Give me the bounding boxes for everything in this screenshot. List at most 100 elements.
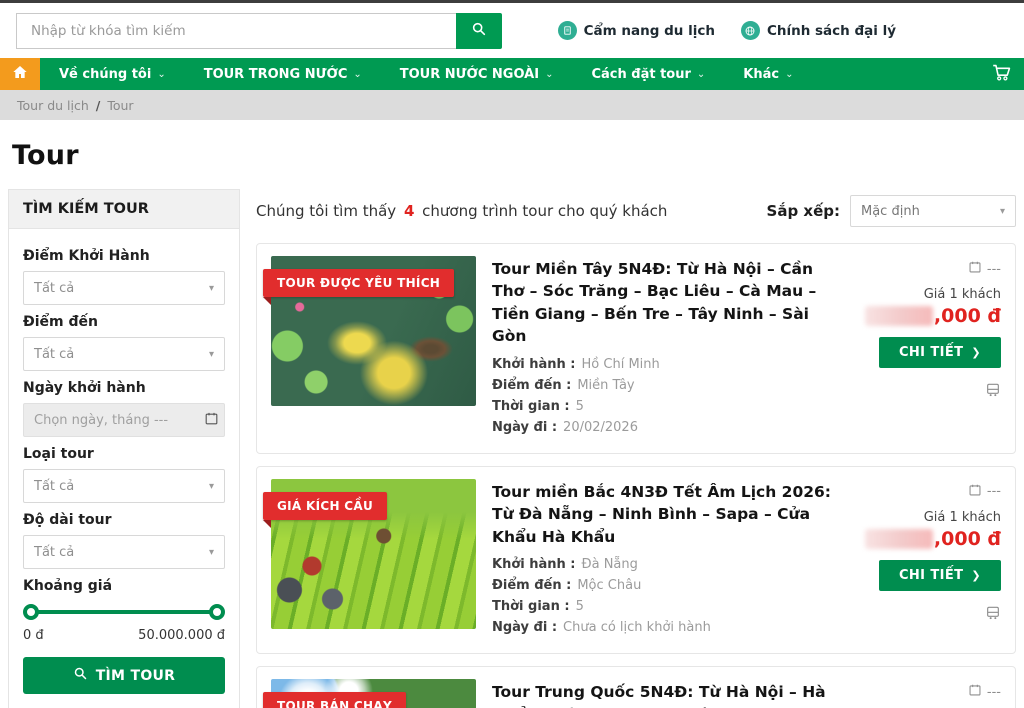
tour-badge: GIÁ KÍCH CẦU (263, 492, 387, 520)
calendar-icon (968, 483, 982, 501)
price-redacted-blur (865, 306, 933, 326)
tour-type-select[interactable]: Tất cả ▾ (23, 469, 225, 503)
schedule-placeholder: --- (987, 685, 1001, 700)
departure-date-field[interactable] (23, 403, 225, 437)
breadcrumb-current: Tour (107, 98, 133, 113)
detail-label: Khởi hành : (492, 557, 576, 572)
home-button[interactable] (0, 58, 40, 90)
tour-duration-select[interactable]: Tất cả ▾ (23, 535, 225, 569)
site-header: Cẩm nang du lịch Chính sách đại lý (0, 3, 1024, 58)
tour-card[interactable]: TOUR BÁN CHẠY Tour Trung Quốc 5N4Đ: Từ H… (256, 666, 1016, 708)
tour-card[interactable]: GIÁ KÍCH CẦU Tour miền Bắc 4N3Đ Tết Âm L… (256, 466, 1016, 654)
price-redacted-blur (865, 529, 933, 549)
tour-title[interactable]: Tour Miền Tây 5N4Đ: Từ Hà Nội – Cần Thơ … (492, 258, 837, 348)
calendar-icon (968, 683, 982, 701)
find-tour-button[interactable]: TÌM TOUR (23, 657, 225, 694)
nav-item-how-to-book[interactable]: Cách đặt tour ⌄ (572, 58, 724, 90)
detail-button[interactable]: CHI TIẾT ❯ (879, 560, 1001, 591)
departure-select-value: Tất cả (34, 281, 74, 296)
search-icon (471, 21, 487, 40)
detail-button-label: CHI TIẾT (899, 568, 963, 583)
chevron-down-icon: ⌄ (545, 69, 553, 80)
search-icon (73, 666, 88, 685)
search-input[interactable] (16, 13, 456, 49)
chevron-down-icon: ▾ (1000, 206, 1005, 217)
destination-select[interactable]: Tất cả ▾ (23, 337, 225, 371)
price-min-value: 0 đ (23, 628, 44, 643)
destination-select-value: Tất cả (34, 347, 74, 362)
tour-card[interactable]: TOUR ĐƯỢC YÊU THÍCH Tour Miền Tây 5N4Đ: … (256, 243, 1016, 454)
main-nav: Về chúng tôi ⌄ TOUR TRONG NƯỚC ⌄ TOUR NƯ… (0, 58, 1024, 90)
departure-date-input[interactable] (34, 413, 204, 428)
home-icon (12, 64, 28, 84)
departure-date-label: Ngày khởi hành (23, 380, 225, 396)
globe-icon (741, 21, 760, 40)
chevron-down-icon: ⌄ (697, 69, 705, 80)
nav-item-other[interactable]: Khác ⌄ (724, 58, 812, 90)
chevron-down-icon: ▾ (209, 349, 214, 360)
chevron-down-icon: ⌄ (157, 69, 165, 80)
tour-listing-page: Cẩm nang du lịch Chính sách đại lý Về ch… (0, 0, 1024, 708)
chevron-down-icon: ▾ (209, 481, 214, 492)
tour-results: Chúng tôi tìm thấy 4 chương trình tour c… (256, 189, 1016, 708)
tour-title[interactable]: Tour Trung Quốc 5N4Đ: Từ Hà Nội – Hà Khẩ… (492, 681, 837, 708)
sort-select-value: Mặc định (861, 204, 920, 219)
nav-item-domestic-tours[interactable]: TOUR TRONG NƯỚC ⌄ (185, 58, 381, 90)
tour-thumbnail[interactable]: GIÁ KÍCH CẦU (271, 479, 476, 629)
cart-icon (990, 61, 1012, 87)
detail-value: Miền Tây (577, 378, 634, 393)
detail-button-label: CHI TIẾT (899, 345, 963, 360)
detail-button[interactable]: CHI TIẾT ❯ (879, 337, 1001, 368)
breadcrumb: Tour du lịch / Tour (0, 90, 1024, 120)
detail-label: Thời gian : (492, 599, 570, 614)
sort-label: Sắp xếp: (767, 202, 840, 220)
link-agency-policy-label: Chính sách đại lý (767, 23, 896, 39)
detail-label: Ngày đi : (492, 420, 557, 435)
nav-item-international-tours[interactable]: TOUR NƯỚC NGOÀI ⌄ (381, 58, 573, 90)
tour-price: ,000 đ (934, 528, 1001, 550)
detail-label: Ngày đi : (492, 620, 557, 635)
detail-value: Chưa có lịch khởi hành (563, 620, 711, 635)
results-count: 4 (401, 202, 417, 220)
chevron-right-icon: ❯ (971, 569, 981, 582)
chevron-down-icon: ▾ (209, 547, 214, 558)
departure-select[interactable]: Tất cả ▾ (23, 271, 225, 305)
slider-handle-max[interactable] (209, 604, 225, 620)
tour-duration-select-value: Tất cả (34, 545, 74, 560)
tour-thumbnail[interactable]: TOUR BÁN CHẠY (271, 679, 476, 708)
price-caption: Giá 1 khách (924, 510, 1001, 525)
book-icon (558, 21, 577, 40)
results-prefix: Chúng tôi tìm thấy (256, 202, 396, 220)
tour-type-select-value: Tất cả (34, 479, 74, 494)
tour-badge: TOUR BÁN CHẠY (263, 692, 406, 708)
sort-select[interactable]: Mặc định ▾ (850, 195, 1016, 227)
detail-value: Đà Nẵng (582, 557, 638, 572)
chevron-down-icon: ▾ (209, 283, 214, 294)
search-button[interactable] (456, 13, 502, 49)
tour-badge: TOUR ĐƯỢC YÊU THÍCH (263, 269, 454, 297)
detail-value: 5 (576, 399, 584, 414)
chevron-down-icon: ⌄ (353, 69, 361, 80)
detail-label: Điểm đến : (492, 578, 571, 593)
schedule-placeholder: --- (987, 262, 1001, 277)
detail-label: Khởi hành : (492, 357, 576, 372)
results-suffix: chương trình tour cho quý khách (422, 202, 667, 220)
link-travel-guide[interactable]: Cẩm nang du lịch (558, 21, 715, 40)
chevron-down-icon: ⌄ (785, 69, 793, 80)
slider-handle-min[interactable] (23, 604, 39, 620)
detail-value: Hồ Chí Minh (582, 357, 660, 372)
nav-item-label: TOUR NƯỚC NGOÀI (400, 67, 539, 82)
tour-thumbnail[interactable]: TOUR ĐƯỢC YÊU THÍCH (271, 256, 476, 406)
detail-value: 20/02/2026 (563, 420, 638, 435)
link-agency-policy[interactable]: Chính sách đại lý (741, 21, 896, 40)
nav-item-about[interactable]: Về chúng tôi ⌄ (40, 58, 185, 90)
detail-label: Điểm đến : (492, 378, 571, 393)
detail-value: 5 (576, 599, 584, 614)
detail-value: Mộc Châu (577, 578, 641, 593)
cart-button[interactable] (978, 58, 1024, 90)
content: Tour TÌM KIẾM TOUR Điểm Khởi Hành Tất cả… (0, 140, 1024, 708)
price-range-label: Khoảng giá (23, 578, 225, 594)
tour-title[interactable]: Tour miền Bắc 4N3Đ Tết Âm Lịch 2026: Từ … (492, 481, 837, 548)
tour-price: ,000 đ (934, 305, 1001, 327)
breadcrumb-home[interactable]: Tour du lịch (17, 98, 89, 113)
